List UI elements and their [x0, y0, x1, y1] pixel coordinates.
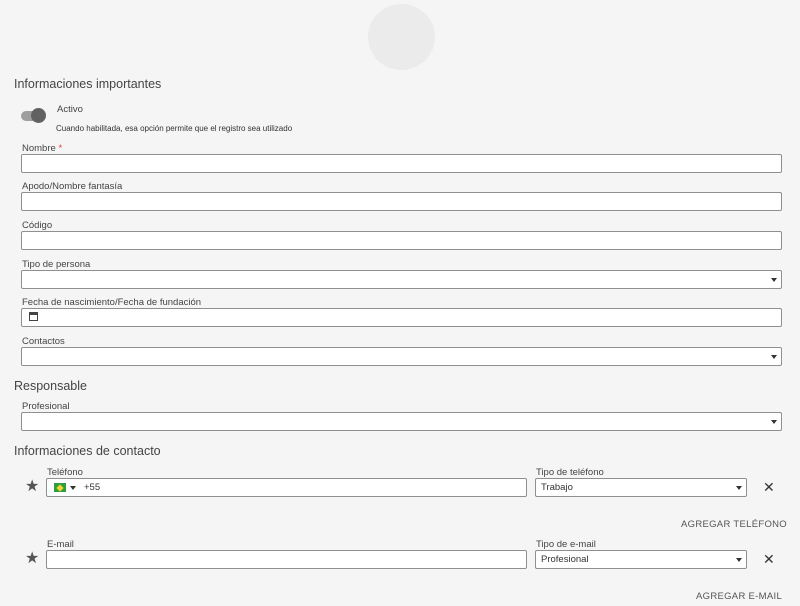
calendar-icon[interactable] [29, 312, 38, 321]
section-title-responsable: Responsable [14, 379, 87, 393]
active-help-text: Cuando habilitada, esa opción permite qu… [56, 124, 293, 133]
profesional-select[interactable] [21, 412, 782, 431]
remove-email-button[interactable]: ✕ [763, 552, 775, 566]
phone-type-select[interactable]: Trabajo [535, 478, 747, 497]
section-title-contacto: Informaciones de contacto [14, 444, 161, 458]
tipo-persona-label: Tipo de persona [22, 259, 91, 270]
apodo-label: Apodo/Nombre fantasía [22, 181, 123, 192]
chevron-down-icon [771, 355, 777, 359]
codigo-label: Código [22, 220, 53, 231]
phone-input[interactable]: +55 [46, 478, 527, 497]
brazil-flag-icon[interactable] [54, 483, 66, 492]
email-type-label: Tipo de e-mail [536, 539, 596, 550]
phone-type-value: Trabajo [541, 482, 573, 493]
codigo-input[interactable] [21, 231, 782, 250]
fecha-input[interactable] [21, 308, 782, 327]
add-email-button[interactable]: AGREGAR E-MAIL [696, 591, 782, 602]
active-toggle[interactable] [31, 108, 46, 123]
star-icon[interactable]: ★ [25, 551, 39, 567]
chevron-down-icon [771, 278, 777, 282]
email-input[interactable] [46, 550, 527, 569]
apodo-input[interactable] [21, 192, 782, 211]
chevron-down-icon[interactable] [70, 486, 76, 490]
phone-value: +55 [84, 482, 101, 493]
nombre-input[interactable] [21, 154, 782, 173]
tipo-persona-select[interactable] [21, 270, 782, 289]
email-label: E-mail [47, 539, 74, 550]
profesional-label: Profesional [22, 401, 70, 412]
add-phone-button[interactable]: AGREGAR TELÉFONO [681, 519, 787, 530]
email-type-select[interactable]: Profesional [535, 550, 747, 569]
chevron-down-icon [736, 558, 742, 562]
nombre-label: Nombre * [22, 143, 63, 154]
star-icon[interactable]: ★ [25, 479, 39, 495]
contactos-select[interactable] [21, 347, 782, 366]
active-label: Activo [57, 104, 83, 115]
phone-label: Teléfono [47, 467, 83, 478]
phone-type-label: Tipo de teléfono [536, 467, 604, 478]
section-title-important: Informaciones importantes [14, 77, 162, 91]
email-type-value: Profesional [541, 554, 589, 565]
required-marker: * [58, 143, 63, 154]
chevron-down-icon [736, 486, 742, 490]
chevron-down-icon [771, 420, 777, 424]
contactos-label: Contactos [22, 336, 65, 347]
remove-phone-button[interactable]: ✕ [763, 480, 775, 494]
fecha-label: Fecha de nascimiento/Fecha de fundación [22, 297, 202, 308]
avatar[interactable] [368, 4, 435, 70]
